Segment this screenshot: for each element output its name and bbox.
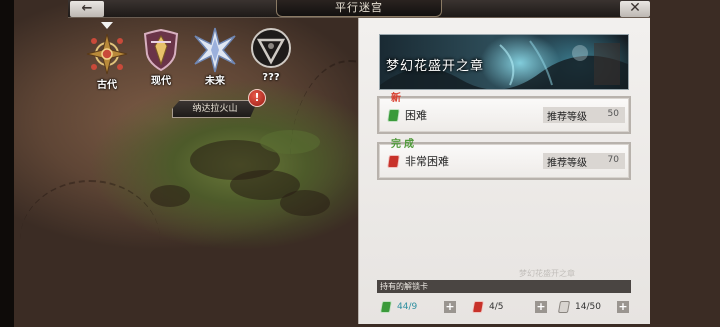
screen-title: 平行迷宫 [276,0,442,17]
era-tab-modern[interactable]: 现代 [136,26,186,87]
screen-edge [0,0,14,327]
back-button[interactable]: ← [70,1,104,17]
selected-era-marker-icon [101,22,113,29]
add-red-card-button[interactable]: + [535,301,547,313]
green-card-icon [387,109,400,122]
red-card-icon [471,301,485,313]
owned-unlock-cards-header: 持有的解锁卡 [377,280,631,293]
difficulty-name: 非常困难 [405,155,449,168]
close-button[interactable]: ✕ [620,1,650,17]
chapter-banner: 梦幻花盛开之章 [379,34,629,90]
era-tab-future[interactable]: 未来 [190,26,240,87]
era-label: 现代 [151,76,171,87]
recommended-level-label: 推荐等级 [547,158,587,169]
crest-shield-icon [143,28,179,72]
era-tab-ancient[interactable]: 古代 [82,30,132,91]
chapter-title: 梦幻花盛开之章 [386,59,485,74]
unlock-card-counters: 44/9 + 4/5 + 14/50 + [377,298,631,316]
era-label: ??? [262,72,280,83]
new-badge: 新 [391,93,401,104]
white-card-icon [557,301,571,313]
difficulty-name: 困难 [405,109,427,122]
close-icon: ✕ [629,0,641,16]
location-label[interactable]: 纳达拉火山 [172,100,258,118]
recommended-level: 推荐等级 50 [543,107,625,123]
era-tab-locked[interactable]: ??? [246,26,296,83]
recommended-level-value: 70 [607,155,619,165]
green-card-icon [379,301,393,313]
chapter-panel: 梦幻花盛开之章 新 困难 推荐等级 50 完成 非常困难 推荐等级 70 梦幻花… [358,18,650,324]
locked-triangle-icon [251,28,291,68]
faded-caption: 梦幻花盛开之章 [519,269,575,278]
recommended-level: 推荐等级 70 [543,153,625,169]
difficulty-hard-button[interactable]: 新 困难 推荐等级 50 [377,93,631,134]
recommended-level-value: 50 [607,109,619,119]
white-card-count: 14/50 [575,302,601,312]
red-card-count: 4/5 [489,302,504,312]
add-green-card-button[interactable]: + [444,301,456,313]
crystal-star-icon [194,27,236,73]
arrow-left-icon: ← [81,1,93,16]
era-label: 未来 [205,76,225,87]
add-white-card-button[interactable]: + [617,301,629,313]
completed-badge: 完成 [391,139,417,150]
alert-icon[interactable]: ! [248,89,266,107]
difficulty-very-hard-button[interactable]: 完成 非常困难 推荐等级 70 [377,139,631,180]
recommended-level-label: 推荐等级 [547,112,587,123]
era-label: 古代 [97,80,117,91]
green-card-count: 44/9 [397,302,418,312]
red-card-icon [387,155,400,168]
ornate-compass-icon [86,33,128,75]
